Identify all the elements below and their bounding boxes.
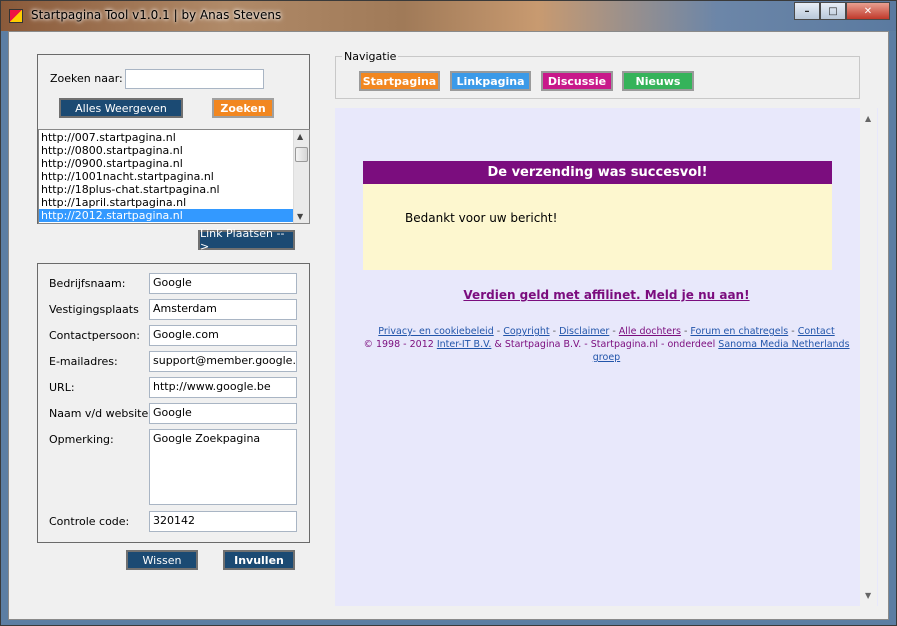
footer-link-dochters[interactable]: Alle dochters [619,326,681,337]
fill-button[interactable]: Invullen [223,550,295,570]
footer-link-groep[interactable]: groep [593,352,620,363]
footer-company-text: & Startpagina B.V. - Startpagina.nl - on… [494,339,716,350]
remark-field[interactable]: Google Zoekpagina [149,429,297,505]
list-item[interactable]: http://007.startpagina.nl [39,131,309,144]
success-title: De verzending was succesvol! [363,161,832,184]
url-label: URL: [49,381,75,394]
company-label: Bedrijfsnaam: [49,277,126,290]
search-input[interactable] [125,69,264,89]
footer-link-inter-it[interactable]: Inter-IT B.V. [437,339,492,350]
contact-field[interactable]: Google.com [149,325,297,346]
close-button[interactable]: ✕ [846,2,890,20]
success-message: Bedankt voor uw bericht! [405,211,558,225]
search-label: Zoeken naar: [50,72,123,85]
list-item[interactable]: http://1001nacht.startpagina.nl [39,170,309,183]
footer-link-disclaimer[interactable]: Disclaimer [559,326,609,337]
scroll-up-icon[interactable]: ▲ [297,132,303,141]
list-item[interactable]: http://0900.startpagina.nl [39,157,309,170]
email-label: E-mailadres: [49,355,118,368]
site-label: Naam v/d website: [49,407,152,420]
success-panel: Bedankt voor uw bericht! [363,184,832,270]
list-item[interactable]: http://1april.startpagina.nl [39,196,309,209]
nav-startpagina-button[interactable]: Startpagina [359,71,440,91]
navigation-group: Navigatie Startpagina Linkpagina Discuss… [335,50,860,99]
city-field[interactable]: Amsterdam [149,299,297,320]
app-icon [9,9,23,23]
city-label: Vestigingsplaats [49,303,139,316]
web-browser-view[interactable]: De verzending was succesvol! Bedankt voo… [335,108,878,606]
remark-label: Opmerking: [49,433,114,446]
footer-link-copyright[interactable]: Copyright [503,326,549,337]
list-item-selected[interactable]: http://2012.startpagina.nl [39,209,309,222]
footer-link-forum[interactable]: Forum en chatregels [690,326,788,337]
scroll-down-icon[interactable]: ▼ [865,591,871,600]
scroll-down-icon[interactable]: ▼ [297,212,303,221]
maximize-button[interactable]: □ [820,2,846,20]
title-bar[interactable]: Startpagina Tool v1.0.1 | by Anas Steven… [1,1,896,31]
url-field[interactable]: http://www.google.be [149,377,297,398]
window-title: Startpagina Tool v1.0.1 | by Anas Steven… [31,8,282,22]
email-field[interactable]: support@member.google.com [149,351,297,372]
search-button[interactable]: Zoeken [212,98,274,118]
list-item[interactable]: http://0800.startpagina.nl [39,144,309,157]
search-group: Zoeken naar: Alles Weergeven Zoeken http… [37,54,310,224]
company-field[interactable]: Google [149,273,297,294]
page-footer: Privacy- en cookiebeleid - Copyright - D… [363,326,850,363]
contact-label: Contactpersoon: [49,329,140,342]
nav-nieuws-button[interactable]: Nieuws [622,71,694,91]
footer-link-privacy[interactable]: Privacy- en cookiebeleid [378,326,493,337]
footer-link-sanoma[interactable]: Sanoma Media Netherlands [718,339,849,350]
nav-discussie-button[interactable]: Discussie [541,71,613,91]
list-item[interactable]: http://18plus-chat.startpagina.nl [39,183,309,196]
site-field[interactable]: Google [149,403,297,424]
list-items: http://007.startpagina.nl http://0800.st… [39,130,309,222]
minimize-button[interactable]: – [794,2,820,20]
nav-linkpagina-button[interactable]: Linkpagina [450,71,531,91]
show-all-button[interactable]: Alles Weergeven [59,98,183,118]
list-scrollbar[interactable]: ▲ ▼ [293,130,309,223]
scroll-thumb[interactable] [295,147,308,162]
url-listbox[interactable]: http://007.startpagina.nl http://0800.st… [38,129,310,224]
navigation-legend: Navigatie [342,50,399,63]
scroll-up-icon[interactable]: ▲ [865,114,871,123]
client-area: Zoeken naar: Alles Weergeven Zoeken http… [8,31,889,620]
app-window: Startpagina Tool v1.0.1 | by Anas Steven… [0,0,897,626]
footer-copyright: © 1998 - 2012 [363,339,434,350]
web-scrollbar[interactable]: ▲ ▼ [860,108,877,606]
link-plaatsen-button[interactable]: Link Plaatsen --> [198,227,295,253]
affilinet-promo-link[interactable]: Verdien geld met affilinet. Meld je nu a… [335,288,878,302]
code-field[interactable]: 320142 [149,511,297,532]
clear-button[interactable]: Wissen [126,550,198,570]
form-group: Bedrijfsnaam: Google Vestigingsplaats Am… [37,263,310,543]
code-label: Controle code: [49,515,130,528]
footer-link-contact[interactable]: Contact [798,326,835,337]
